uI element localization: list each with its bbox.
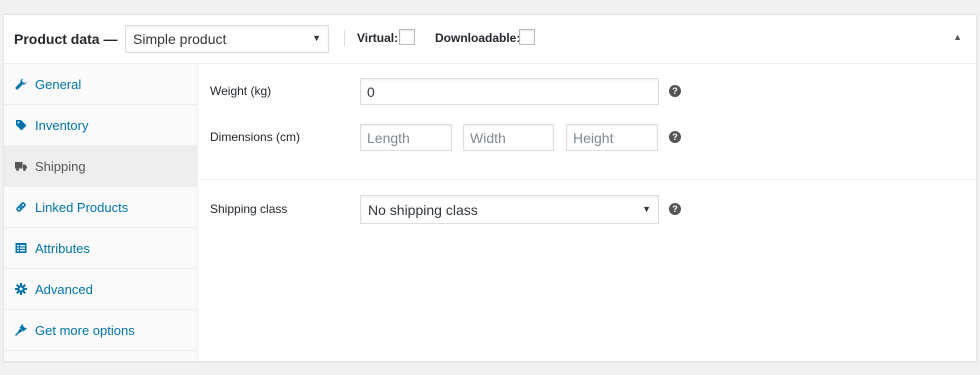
- gear-icon: [15, 283, 27, 295]
- tab-linked-products[interactable]: Linked Products: [4, 187, 197, 228]
- tag-icon: [15, 119, 27, 131]
- help-icon[interactable]: ?: [669, 131, 681, 143]
- product-type-select[interactable]: Simple product ▼: [125, 25, 329, 53]
- panel-title: Product data —: [14, 31, 118, 47]
- panel-header: Product data — Simple product ▼ Virtual:…: [4, 15, 976, 64]
- wrench-icon: [15, 78, 27, 90]
- height-input[interactable]: Height: [566, 124, 658, 151]
- weight-input[interactable]: 0: [360, 78, 659, 105]
- product-data-tabs: General Inventory Shipping Linked Produc…: [4, 64, 198, 361]
- tab-advanced[interactable]: Advanced: [4, 269, 197, 310]
- virtual-label: Virtual:: [357, 31, 399, 45]
- weight-label: Weight (kg): [210, 84, 272, 98]
- tab-label: Attributes: [35, 240, 90, 256]
- section-divider: [199, 179, 976, 180]
- tab-label: General: [35, 76, 82, 92]
- virtual-checkbox[interactable]: [399, 29, 415, 45]
- header-separator: [344, 30, 345, 46]
- select-caret-icon: ▼: [642, 204, 651, 214]
- tab-inventory[interactable]: Inventory: [4, 105, 197, 146]
- tab-label: Get more options: [35, 322, 135, 338]
- link-icon: [15, 201, 27, 213]
- help-icon[interactable]: ?: [669, 203, 681, 215]
- tab-get-more-options[interactable]: Get more options: [4, 310, 197, 351]
- shipping-class-label: Shipping class: [210, 202, 288, 216]
- downloadable-label: Downloadable:: [435, 31, 521, 45]
- downloadable-checkbox[interactable]: [519, 29, 535, 45]
- tab-attributes[interactable]: Attributes: [4, 228, 197, 269]
- help-icon[interactable]: ?: [669, 85, 681, 97]
- tab-label: Inventory: [35, 117, 89, 133]
- tab-shipping[interactable]: Shipping: [4, 146, 197, 187]
- dimensions-label: Dimensions (cm): [210, 130, 301, 144]
- shipping-panel: Weight (kg) 0 ? Dimensions (cm) Length W…: [199, 64, 976, 361]
- list-icon: [15, 242, 27, 254]
- shipping-class-select[interactable]: No shipping class ▼: [360, 195, 659, 224]
- product-data-panel: Product data — Simple product ▼ Virtual:…: [3, 14, 977, 362]
- product-type-value: Simple product: [133, 31, 227, 47]
- shipping-class-value: No shipping class: [368, 202, 478, 218]
- select-caret-icon: ▼: [312, 33, 321, 43]
- length-input[interactable]: Length: [360, 124, 452, 151]
- plug-icon: [15, 324, 27, 336]
- tab-general[interactable]: General: [4, 64, 197, 105]
- tab-label: Shipping: [35, 158, 86, 174]
- triangle-up-icon[interactable]: ▲: [953, 32, 962, 42]
- tab-label: Linked Products: [35, 199, 129, 215]
- width-input[interactable]: Width: [463, 124, 554, 151]
- truck-icon: [15, 160, 27, 172]
- tab-label: Advanced: [35, 281, 93, 297]
